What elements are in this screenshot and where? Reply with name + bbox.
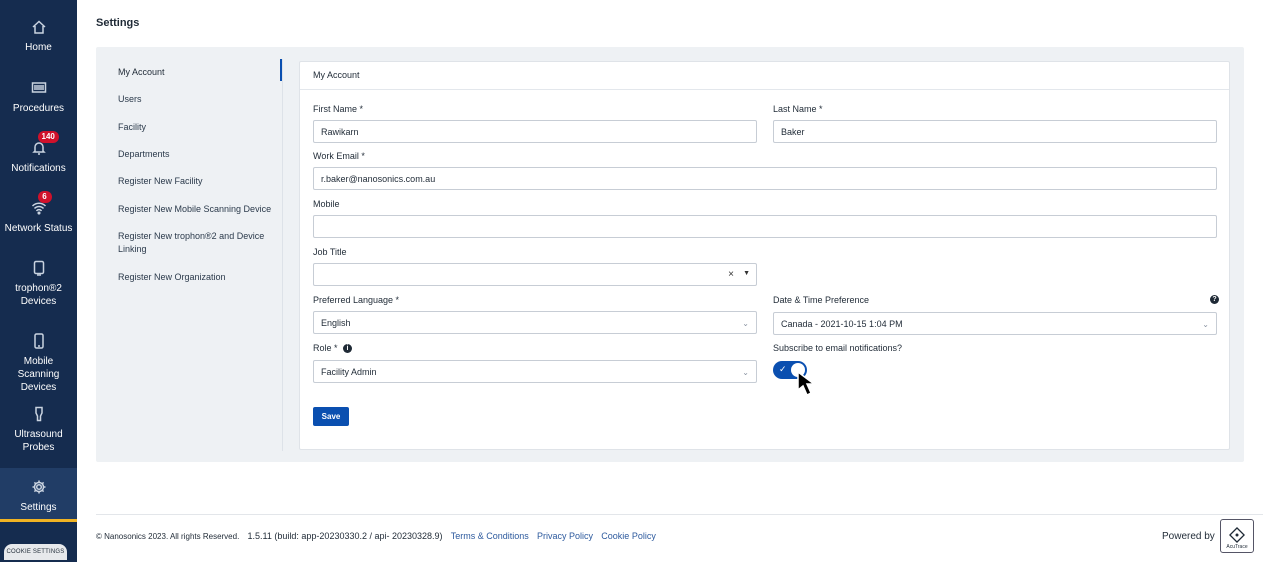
acutrace-logo-text: AcuTrace bbox=[1226, 544, 1248, 550]
sidebar-item-home[interactable]: Home bbox=[0, 16, 77, 54]
subnav-register-new-trophon-device-linking[interactable]: Register New trophon®2 and Device Linkin… bbox=[118, 230, 273, 256]
wifi-icon: 6 bbox=[28, 191, 52, 219]
footer-divider bbox=[96, 514, 1263, 515]
caret-down-icon[interactable]: ▼ bbox=[743, 270, 750, 277]
sidebar-item-ultrasound-probes[interactable]: Ultrasound Probes bbox=[0, 403, 77, 454]
settings-panel: My Account Users Facility Departments Re… bbox=[96, 47, 1244, 462]
notification-count-badge: 140 bbox=[37, 131, 59, 143]
gear-icon bbox=[28, 476, 50, 498]
sidebar-item-label: Mobile Scanning Devices bbox=[17, 356, 60, 393]
sidebar-item-label: Home bbox=[25, 42, 52, 53]
cookie-settings-button[interactable]: COOKIE SETTINGS bbox=[4, 544, 67, 560]
cookie-policy-link[interactable]: Cookie Policy bbox=[601, 531, 656, 541]
preferred-language-select[interactable]: English ⌄ bbox=[313, 311, 757, 334]
powered-by-text: Powered by bbox=[1162, 531, 1215, 542]
last-name-label: Last Name * bbox=[773, 104, 823, 114]
first-name-field[interactable]: Rawikarn bbox=[313, 120, 757, 143]
page-title: Settings bbox=[96, 17, 140, 29]
sidebar-item-label: Network Status bbox=[4, 223, 73, 234]
device-icon bbox=[28, 257, 50, 279]
chevron-down-icon: ⌄ bbox=[742, 319, 749, 328]
sidebar-item-settings[interactable]: Settings bbox=[0, 468, 77, 522]
subnav-departments[interactable]: Departments bbox=[118, 148, 278, 161]
sidebar-item-procedures[interactable]: Procedures bbox=[0, 77, 77, 115]
copyright-text: © Nanosonics 2023. All rights Reserved. bbox=[96, 532, 240, 541]
procedures-icon bbox=[28, 77, 50, 99]
role-label: Role * bbox=[313, 343, 338, 353]
subnav-my-account[interactable]: My Account bbox=[118, 66, 278, 79]
work-email-label: Work Email * bbox=[313, 151, 365, 161]
sidebar-item-trophon-devices[interactable]: trophon®2 Devices bbox=[0, 257, 77, 308]
privacy-link[interactable]: Privacy Policy bbox=[537, 531, 593, 541]
info-icon[interactable]: i bbox=[343, 344, 353, 354]
subscribe-label: Subscribe to email notifications? bbox=[773, 343, 903, 353]
sidebar-item-network-status[interactable]: 6 Network Status bbox=[0, 191, 77, 235]
sidebar-item-label: Settings bbox=[20, 502, 57, 513]
preferred-language-value: English bbox=[321, 317, 351, 328]
mouse-pointer-icon bbox=[797, 371, 817, 397]
work-email-field[interactable]: r.baker@nanosonics.com.au bbox=[313, 167, 1217, 190]
acutrace-logo-icon bbox=[1229, 527, 1245, 543]
save-button[interactable]: Save bbox=[313, 407, 349, 426]
date-time-value: Canada - 2021-10-15 1:04 PM bbox=[781, 318, 903, 329]
date-time-select[interactable]: Canada - 2021-10-15 1:04 PM ⌄ bbox=[773, 312, 1217, 335]
check-icon: ✓ bbox=[779, 364, 787, 374]
mobile-label: Mobile bbox=[313, 199, 340, 209]
first-name-label: First Name * bbox=[313, 104, 364, 114]
card-title: My Account bbox=[300, 62, 1229, 90]
sidebar-item-notifications[interactable]: 140 Notifications bbox=[0, 131, 77, 175]
subnav-users[interactable]: Users bbox=[118, 93, 278, 106]
preferred-language-label: Preferred Language * bbox=[313, 295, 400, 305]
date-time-label: Date & Time Preference bbox=[773, 295, 870, 305]
subnav-facility[interactable]: Facility bbox=[118, 121, 278, 134]
chevron-down-icon: ⌄ bbox=[742, 368, 749, 377]
my-account-card: My Account First Name * Rawikarn Last Na… bbox=[299, 61, 1230, 450]
subnav-divider bbox=[282, 59, 283, 451]
chevron-down-icon: ⌄ bbox=[1202, 320, 1209, 329]
sidebar-item-label: Procedures bbox=[12, 103, 65, 114]
job-title-label: Job Title bbox=[313, 247, 347, 257]
sidebar-item-mobile-scanning-devices[interactable]: Mobile Scanning Devices bbox=[0, 330, 77, 394]
role-label-row: Role * i bbox=[313, 343, 353, 354]
subnav-register-new-facility[interactable]: Register New Facility bbox=[118, 175, 278, 188]
mobile-icon bbox=[28, 330, 50, 352]
footer: © Nanosonics 2023. All rights Reserved. … bbox=[96, 531, 656, 541]
home-icon bbox=[28, 16, 50, 38]
role-select[interactable]: Facility Admin ⌄ bbox=[313, 360, 757, 383]
sidebar-item-label: Notifications bbox=[11, 163, 66, 174]
sidebar-item-label: Ultrasound Probes bbox=[14, 429, 63, 453]
bell-icon: 140 bbox=[28, 131, 59, 159]
terms-link[interactable]: Terms & Conditions bbox=[451, 531, 529, 541]
job-title-select[interactable]: × ▼ bbox=[313, 263, 757, 286]
network-alert-badge: 6 bbox=[37, 191, 52, 203]
subnav-register-new-mobile-scanning-device[interactable]: Register New Mobile Scanning Device bbox=[118, 203, 278, 216]
probe-icon bbox=[28, 403, 50, 425]
acutrace-logo: AcuTrace bbox=[1220, 519, 1254, 553]
role-value: Facility Admin bbox=[321, 366, 377, 377]
sidebar: Home Procedures 140 Notifications 6 Netw… bbox=[0, 0, 77, 562]
subnav-register-new-organization[interactable]: Register New Organization bbox=[118, 271, 278, 284]
version-text: 1.5.11 (build: app-20230330.2 / api- 202… bbox=[247, 531, 443, 541]
help-icon[interactable]: ? bbox=[1210, 295, 1219, 304]
sidebar-item-label: trophon®2 Devices bbox=[15, 283, 62, 307]
clear-icon[interactable]: × bbox=[728, 269, 734, 280]
last-name-field[interactable]: Baker bbox=[773, 120, 1217, 143]
mobile-field[interactable] bbox=[313, 215, 1217, 238]
